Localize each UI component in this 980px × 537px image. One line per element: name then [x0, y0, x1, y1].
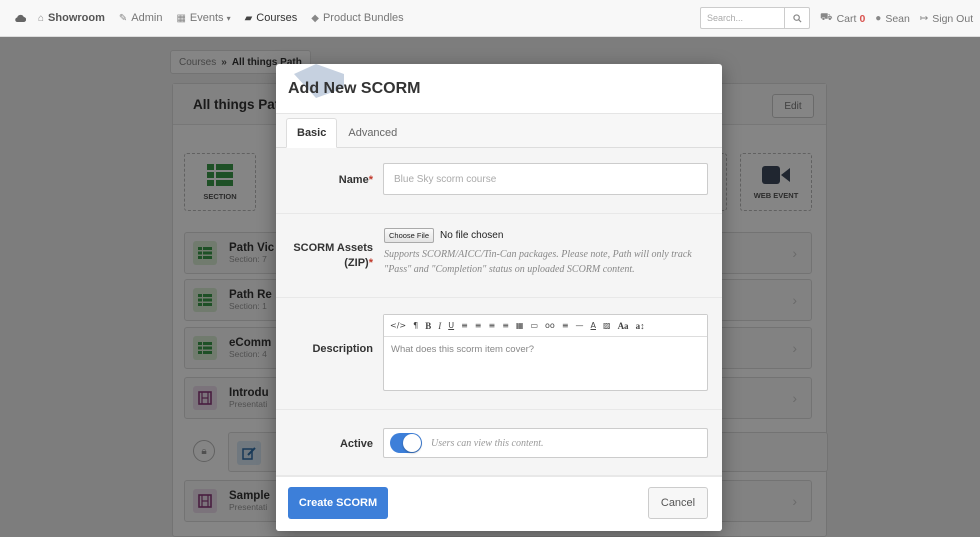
description-textarea[interactable]: What does this scorm item cover? [384, 337, 707, 362]
font-size-icon[interactable]: Aa [618, 321, 629, 331]
cancel-button[interactable]: Cancel [648, 487, 708, 519]
name-label-text: Name [338, 174, 369, 186]
line-height-icon[interactable]: a↕ [636, 321, 645, 331]
calendar-icon: ▦ [176, 12, 186, 24]
link-icon[interactable]: oo [545, 321, 555, 330]
description-editor: </> ¶ B I U ≡ ≡ ≡ ≡ ▦ ▭ oo ≡ — A ▨ Aa a↕… [383, 314, 708, 391]
active-label: Active [339, 438, 373, 450]
nav-showroom-label: Showroom [48, 12, 105, 24]
cart-count-badge: 0 [859, 12, 866, 25]
search-form [700, 7, 810, 29]
nav-cart-label: Cart [836, 12, 857, 25]
modal-title: Add New SCORM [288, 79, 421, 97]
name-row: Name* [276, 148, 722, 214]
font-color-icon[interactable]: A [591, 321, 596, 330]
code-view-icon[interactable]: </> [390, 321, 406, 330]
scorm-assets-label: SCORM Assets (ZIP)* [293, 241, 373, 271]
editor-toolbar: </> ¶ B I U ≡ ≡ ≡ ≡ ▦ ▭ oo ≡ — A ▨ Aa a↕ [384, 315, 707, 337]
nav-showroom[interactable]: ⌂ Showroom [38, 12, 105, 24]
align-icon[interactable]: ≡ [562, 321, 569, 330]
video-icon[interactable]: ▭ [530, 321, 538, 330]
nav-cart[interactable]: ⛟ Cart 0 [820, 12, 865, 25]
home-icon: ⌂ [38, 12, 45, 24]
outdent-icon[interactable]: ≡ [488, 321, 495, 330]
description-row: Description </> ¶ B I U ≡ ≡ ≡ ≡ ▦ ▭ oo ≡… [276, 298, 722, 410]
user-nav: ⛟ Cart 0 ● Sean ↦ Sign Out [820, 0, 980, 37]
toggle-knob [403, 434, 421, 452]
search-icon [792, 13, 802, 23]
add-scorm-modal: Add New SCORM Basic Advanced Name* SCORM… [276, 64, 722, 531]
underline-icon[interactable]: U [448, 321, 454, 330]
background-color-icon[interactable]: ▨ [603, 321, 611, 330]
nav-product-bundles[interactable]: ◆ Product Bundles [311, 12, 403, 24]
scorm-assets-row: SCORM Assets (ZIP)* Choose File No file … [276, 214, 722, 298]
nav-admin[interactable]: ✎ Admin [119, 12, 163, 24]
caret-down-icon: ▾ [226, 13, 231, 23]
required-marker: * [368, 174, 373, 186]
tag-icon: ◆ [311, 12, 319, 24]
cloud-icon-svg [15, 14, 26, 22]
user-icon: ● [875, 13, 882, 24]
modal-footer: Create SCORM Cancel [276, 476, 722, 531]
modal-header: Add New SCORM [276, 64, 722, 114]
scorm-help-text: Supports SCORM/AICC/Tin-Can packages. Pl… [384, 249, 692, 275]
bold-icon[interactable]: B [425, 321, 431, 331]
description-label: Description [312, 343, 373, 355]
name-label: Name* [339, 173, 373, 188]
nav-user[interactable]: ● Sean [875, 13, 910, 25]
nav-sign-out-label: Sign Out [932, 12, 974, 25]
create-scorm-button[interactable]: Create SCORM [288, 487, 388, 519]
horizontal-rule-icon[interactable]: — [576, 321, 584, 330]
cart-icon: ⛟ [820, 12, 833, 23]
top-navbar: ⌂ Showroom ✎ Admin ▦ Events ▾ ▰ Courses … [0, 0, 980, 37]
search-button[interactable] [785, 7, 810, 29]
cloud-icon[interactable] [14, 14, 26, 23]
required-marker: * [368, 257, 373, 269]
indent-icon[interactable]: ≡ [502, 321, 509, 330]
italic-icon[interactable]: I [438, 321, 441, 331]
choose-file-button[interactable]: Choose File [384, 228, 435, 243]
image-icon[interactable]: ▦ [516, 321, 524, 330]
book-icon: ▰ [244, 12, 253, 24]
name-input[interactable] [383, 163, 708, 195]
nav-product-bundles-label: Product Bundles [322, 12, 404, 24]
nav-user-label: Sean [885, 12, 910, 25]
nav-sign-out[interactable]: ↦ Sign Out [920, 13, 973, 25]
nav-courses-label: Courses [256, 12, 298, 24]
sign-out-icon: ↦ [919, 13, 929, 24]
file-picker: Choose File No file chosen [384, 228, 503, 243]
paragraph-icon[interactable]: ¶ [413, 321, 418, 330]
scorm-assets-label-line2: (ZIP) [344, 257, 369, 269]
active-toggle-box: Users can view this content. [383, 428, 708, 458]
tab-advanced[interactable]: Advanced [337, 118, 408, 148]
scorm-assets-label-line1: SCORM Assets [293, 242, 373, 254]
scorm-form: Name* SCORM Assets (ZIP)* Choose File No… [276, 148, 722, 476]
nav-events-label: Events [189, 12, 224, 24]
file-status: No file chosen [440, 230, 504, 241]
nav-courses[interactable]: ▰ Courses [245, 12, 298, 24]
ordered-list-icon[interactable]: ≡ [461, 321, 468, 330]
nav-events[interactable]: ▦ Events ▾ [176, 12, 230, 24]
active-toggle[interactable] [390, 433, 422, 453]
wrench-icon: ✎ [118, 12, 128, 24]
nav-admin-label: Admin [131, 12, 163, 24]
active-row: Active Users can view this content. [276, 410, 722, 476]
active-toggle-text: Users can view this content. [431, 437, 544, 449]
unordered-list-icon[interactable]: ≡ [475, 321, 482, 330]
search-input[interactable] [700, 7, 785, 29]
